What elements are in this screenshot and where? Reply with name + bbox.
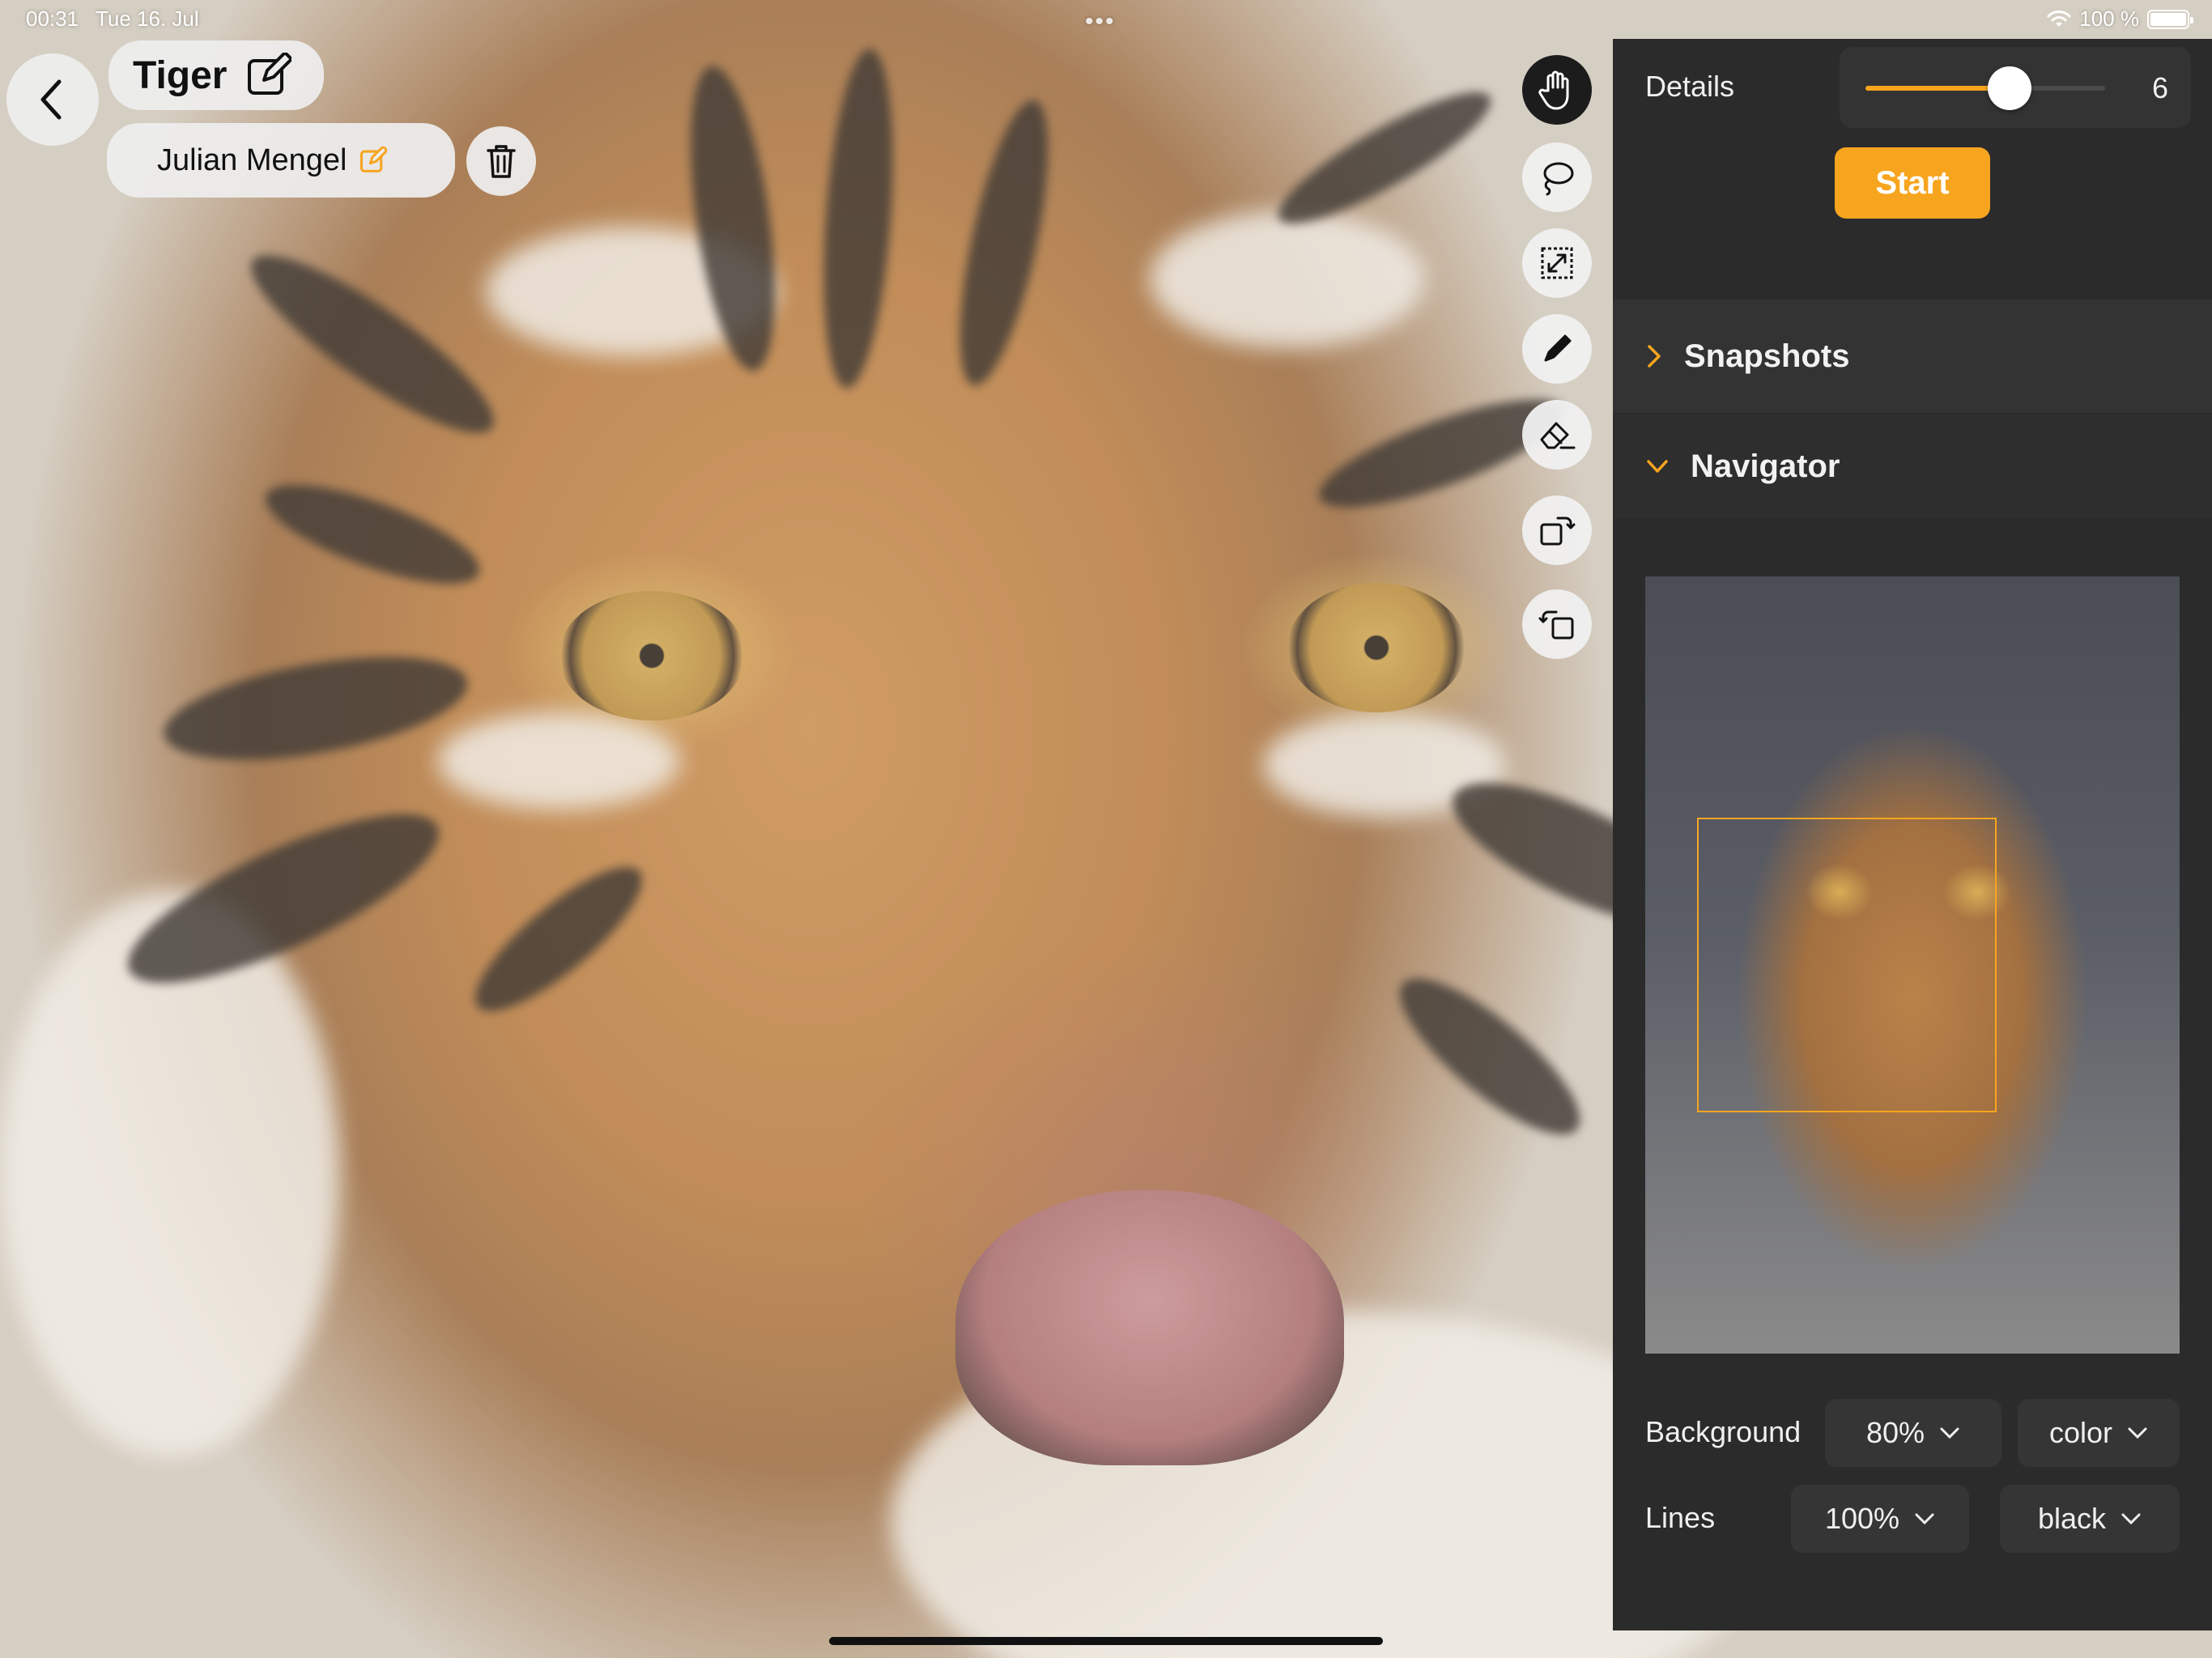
pencil-icon [1544, 334, 1572, 362]
eraser-tool-button[interactable] [1522, 400, 1592, 470]
resize-tool-button[interactable] [1522, 228, 1592, 298]
back-button[interactable] [6, 53, 99, 146]
eraser-icon [1540, 422, 1576, 449]
lasso-tool-button[interactable] [1522, 142, 1592, 212]
background-mode-value: color [2048, 1416, 2113, 1449]
hand-tool-button[interactable] [1522, 55, 1592, 125]
navigator-title: Navigator [1691, 448, 1840, 484]
details-slider-track[interactable] [1865, 66, 2105, 110]
chevron-down-icon [1940, 1427, 1959, 1439]
edit-author-icon[interactable] [359, 147, 388, 174]
battery-percent: 100 % [2079, 6, 2139, 31]
chevron-down-icon [2128, 1427, 2147, 1439]
delete-button[interactable] [466, 126, 536, 196]
details-label: Details [1645, 70, 1735, 103]
multitasking-dots[interactable]: ••• [1085, 8, 1116, 36]
chevron-right-icon [1648, 345, 1661, 368]
lines-color-value: black [2037, 1502, 2107, 1535]
resize-icon [1541, 247, 1573, 279]
background-opacity-value: 80% [1865, 1416, 1925, 1449]
lasso-icon [1543, 162, 1574, 196]
chevron-down-icon [1647, 460, 1668, 473]
edit-title-icon[interactable] [246, 53, 292, 98]
lines-opacity-dropdown[interactable]: 100% [1791, 1485, 1969, 1553]
details-slider[interactable]: 6 [1840, 47, 2191, 128]
status-bar: 00:31 Tue 16. Jul ••• 100 % [0, 0, 2212, 39]
details-slider-thumb[interactable] [1987, 66, 2031, 110]
rotate-right-button[interactable] [1522, 495, 1592, 565]
background-opacity-dropdown[interactable]: 80% [1825, 1399, 2001, 1467]
details-value: 6 [2151, 71, 2168, 104]
wifi-icon [2047, 10, 2071, 27]
rotate-left-icon [1538, 610, 1574, 640]
chevron-left-icon [40, 79, 62, 120]
trash-icon [487, 145, 516, 178]
rotate-left-button[interactable] [1522, 589, 1592, 659]
chevron-down-icon [1915, 1513, 1934, 1525]
lines-label: Lines [1645, 1501, 1716, 1534]
home-indicator[interactable] [829, 1637, 1383, 1645]
chevron-down-icon [2121, 1513, 2141, 1525]
hand-icon [1538, 70, 1569, 110]
navigator-section-header[interactable]: Navigator [1613, 414, 2212, 518]
author-pill[interactable]: Julian Mengel [107, 123, 455, 198]
snapshots-section-header[interactable]: Snapshots [1613, 298, 2212, 413]
rotate-right-icon [1540, 517, 1576, 546]
side-panel: Details 6 Start Snapshots Navigator Back… [1613, 39, 2212, 1630]
start-button[interactable]: Start [1835, 147, 1990, 219]
author-name: Julian Mengel [157, 142, 347, 177]
snapshots-title: Snapshots [1684, 338, 1850, 374]
drawing-title-pill[interactable]: Tiger [108, 40, 324, 110]
pencil-tool-button[interactable] [1522, 314, 1592, 384]
lines-opacity-value: 100% [1824, 1502, 1900, 1535]
background-label: Background [1645, 1415, 1802, 1448]
background-mode-dropdown[interactable]: color [2018, 1399, 2180, 1467]
navigator-viewport-frame[interactable] [1697, 818, 1997, 1112]
battery-icon [2147, 9, 2193, 29]
status-time: 00:31 [26, 6, 79, 31]
status-date: Tue 16. Jul [96, 6, 199, 31]
lines-color-dropdown[interactable]: black [2000, 1485, 2180, 1553]
navigator-thumbnail[interactable] [1645, 576, 2180, 1354]
drawing-title: Tiger [133, 53, 228, 97]
